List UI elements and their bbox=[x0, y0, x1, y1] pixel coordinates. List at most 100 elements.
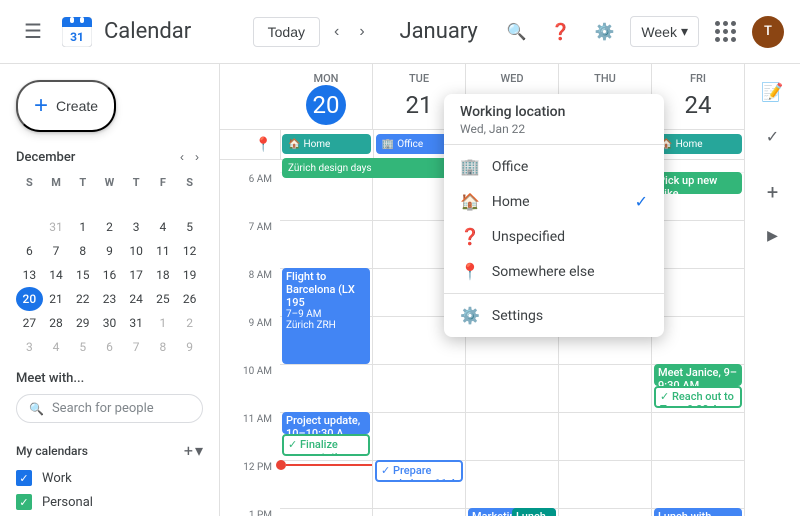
event-project-update[interactable]: Project update, 10–10:30 A bbox=[282, 412, 370, 434]
mini-cal-day[interactable] bbox=[69, 191, 96, 215]
mini-cal-today[interactable]: 20 bbox=[16, 287, 43, 311]
add-event-icon[interactable]: + bbox=[753, 172, 793, 212]
mini-cal-day[interactable]: 9 bbox=[96, 239, 123, 263]
mini-cal-day[interactable]: 11 bbox=[150, 239, 177, 263]
event-pick-up-bike[interactable]: Pick up new bike bbox=[654, 172, 742, 194]
event-lunch[interactable]: Lunch 12–1 PM bbox=[512, 508, 556, 516]
event-meet-janice[interactable]: Meet Janice, 9–9:30 AM bbox=[654, 364, 742, 386]
mini-cal-day[interactable]: 24 bbox=[123, 287, 150, 311]
mini-cal-day[interactable]: 4 bbox=[150, 215, 177, 239]
mini-cal-day[interactable]: 5 bbox=[69, 335, 96, 359]
mini-cal-table: S M T W T F S bbox=[16, 174, 203, 359]
mini-cal-day[interactable]: 7 bbox=[123, 335, 150, 359]
my-calendars-header[interactable]: My calendars + ▾ bbox=[0, 435, 219, 466]
settings-button[interactable]: ⚙️ bbox=[587, 14, 623, 50]
mini-cal-day[interactable]: 3 bbox=[16, 335, 43, 359]
allday-event-home-mon[interactable]: 🏠 Home bbox=[282, 134, 371, 154]
app-title: Calendar bbox=[104, 19, 191, 44]
day-col-mon: Flight to Barcelona (LX 195 7–9 AM Züric… bbox=[280, 160, 372, 516]
calendar-item-work[interactable]: ✓ Work bbox=[0, 466, 219, 490]
mini-cal-day[interactable]: 25 bbox=[150, 287, 177, 311]
popup-item-unspecified[interactable]: ❓ Unspecified bbox=[444, 219, 664, 254]
mini-cal-day[interactable]: 2 bbox=[96, 215, 123, 239]
popup-item-settings[interactable]: ⚙️ Settings bbox=[444, 298, 664, 333]
mini-cal-day[interactable]: 26 bbox=[176, 287, 203, 311]
mini-cal-day[interactable]: 2 bbox=[176, 311, 203, 335]
mini-cal-day[interactable]: 31 bbox=[123, 311, 150, 335]
time-label-9am: 9 AM bbox=[220, 316, 280, 364]
search-button[interactable]: 🔍 bbox=[499, 14, 535, 50]
today-button[interactable]: Today bbox=[253, 17, 320, 47]
meet-title: Meet with... bbox=[16, 371, 203, 386]
todo-icon[interactable]: ✓ bbox=[753, 116, 793, 156]
next-button[interactable]: › bbox=[353, 17, 370, 47]
right-scroll-down-icon[interactable]: ▶ bbox=[753, 216, 793, 256]
mini-cal-day[interactable]: 30 bbox=[96, 311, 123, 335]
search-people-placeholder: Search for people bbox=[52, 401, 154, 416]
mini-cal-day[interactable]: 17 bbox=[123, 263, 150, 287]
mini-cal-day[interactable]: 14 bbox=[43, 263, 70, 287]
mini-cal-day[interactable]: 23 bbox=[96, 287, 123, 311]
prev-button[interactable]: ‹ bbox=[328, 17, 345, 47]
mini-cal-day[interactable]: 15 bbox=[69, 263, 96, 287]
day-num-mon[interactable]: 20 bbox=[306, 85, 346, 125]
help-button[interactable]: ❓ bbox=[543, 14, 579, 50]
mini-cal-day[interactable]: 6 bbox=[96, 335, 123, 359]
mini-cal-day[interactable]: 8 bbox=[69, 239, 96, 263]
mini-cal-day[interactable]: 16 bbox=[96, 263, 123, 287]
apps-button[interactable] bbox=[707, 13, 744, 50]
calendar-item-personal[interactable]: ✓ Personal bbox=[0, 490, 219, 514]
mini-cal-next[interactable]: › bbox=[191, 148, 203, 166]
mini-cal-day[interactable]: 1 bbox=[150, 311, 177, 335]
mini-cal-day[interactable]: 3 bbox=[123, 215, 150, 239]
mini-cal-day[interactable]: 28 bbox=[43, 311, 70, 335]
day-header-fri: FRI 24 bbox=[651, 64, 744, 129]
mini-cal-prev[interactable]: ‹ bbox=[176, 148, 188, 166]
mini-cal-day[interactable]: 27 bbox=[16, 311, 43, 335]
mini-cal-day[interactable]: 1 bbox=[69, 215, 96, 239]
mini-cal-day[interactable] bbox=[150, 191, 177, 215]
mini-cal-day[interactable]: 5 bbox=[176, 215, 203, 239]
mini-cal-day[interactable] bbox=[176, 191, 203, 215]
mini-cal-day[interactable]: 21 bbox=[43, 287, 70, 311]
event-flight-barcelona[interactable]: Flight to Barcelona (LX 195 7–9 AM Züric… bbox=[282, 268, 370, 364]
mini-calendar: December ‹ › S M T W T F S bbox=[0, 148, 219, 359]
popup-item-office[interactable]: 🏢 Office bbox=[444, 149, 664, 184]
mini-cal-day[interactable] bbox=[43, 191, 70, 215]
mini-cal-day[interactable]: 22 bbox=[69, 287, 96, 311]
mini-cal-day[interactable]: 29 bbox=[69, 311, 96, 335]
header-nav: Today ‹ › January bbox=[253, 17, 499, 47]
add-calendar-icon[interactable]: + bbox=[184, 441, 193, 460]
notes-icon[interactable]: 📝 bbox=[753, 72, 793, 112]
mini-cal-title: December bbox=[16, 150, 75, 165]
mini-cal-day[interactable]: 13 bbox=[16, 263, 43, 287]
mini-cal-day[interactable] bbox=[96, 191, 123, 215]
popup-item-home[interactable]: 🏠 Home ✓ bbox=[444, 184, 664, 219]
event-finalize-presentation[interactable]: ✓ Finalize presentation, 10 bbox=[282, 434, 370, 456]
mini-cal-day[interactable] bbox=[123, 191, 150, 215]
mini-cal-day[interactable]: 10 bbox=[123, 239, 150, 263]
mini-cal-day[interactable]: 18 bbox=[150, 263, 177, 287]
mini-cal-day[interactable]: 31 bbox=[43, 215, 70, 239]
day-num-fri[interactable]: 24 bbox=[678, 85, 718, 125]
create-button[interactable]: + Create bbox=[16, 80, 116, 132]
week-view-button[interactable]: Week ▾ bbox=[630, 16, 699, 47]
user-avatar[interactable]: T bbox=[752, 16, 784, 48]
mini-cal-day[interactable]: 7 bbox=[43, 239, 70, 263]
mini-cal-day[interactable]: 19 bbox=[176, 263, 203, 287]
mini-cal-day[interactable]: 12 bbox=[176, 239, 203, 263]
popup-item-somewhere-else[interactable]: 📍 Somewhere else bbox=[444, 254, 664, 289]
day-num-tue[interactable]: 21 bbox=[399, 85, 439, 125]
search-people-input[interactable]: 🔍 Search for people bbox=[16, 394, 203, 423]
mini-cal-day[interactable]: 4 bbox=[43, 335, 70, 359]
mini-cal-day[interactable]: 8 bbox=[150, 335, 177, 359]
mini-cal-day[interactable] bbox=[16, 191, 43, 215]
mini-cal-day[interactable]: 9 bbox=[176, 335, 203, 359]
event-reach-out-tom[interactable]: ✓ Reach out to Tom, 9:30 A bbox=[654, 386, 742, 408]
allday-event-home-fri[interactable]: 🏠 Home bbox=[654, 134, 742, 154]
hamburger-menu[interactable]: ☰ bbox=[16, 11, 50, 52]
event-lunch-noah[interactable]: Lunch with Noah, 12–12:30 bbox=[654, 508, 742, 516]
mini-cal-day[interactable] bbox=[16, 215, 43, 239]
event-prepare-workshop[interactable]: ✓ Prepare workshop, 11 A bbox=[375, 460, 463, 482]
mini-cal-day[interactable]: 6 bbox=[16, 239, 43, 263]
